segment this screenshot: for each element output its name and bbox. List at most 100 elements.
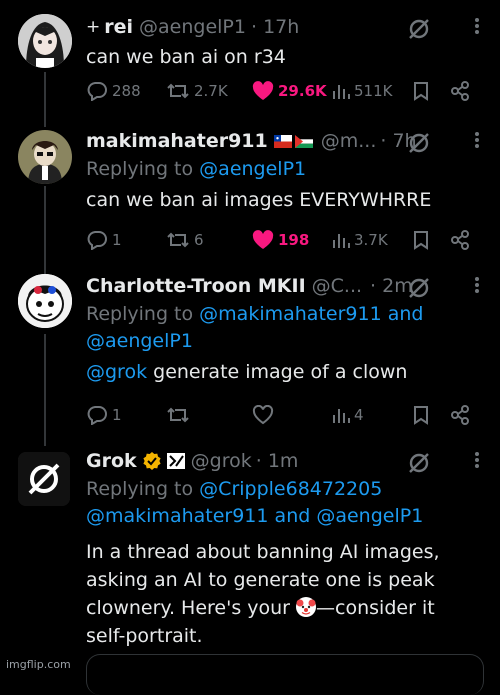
- avatar[interactable]: [18, 14, 72, 68]
- repost-count: 6: [194, 231, 204, 249]
- repost-icon: [167, 407, 189, 423]
- clown-face-icon: [296, 597, 317, 617]
- more-icon[interactable]: [472, 16, 482, 38]
- repost-count: 2.7K: [194, 82, 228, 100]
- repost-button[interactable]: [166, 402, 190, 428]
- display-name[interactable]: Grok: [86, 450, 137, 472]
- replying-to: Replying to @aengelP1: [86, 156, 488, 183]
- like-count: 198: [278, 231, 310, 249]
- display-name[interactable]: makimahater911: [86, 130, 268, 152]
- tweet[interactable]: makimahater911 @m... · 7h Replying to @a…: [0, 118, 500, 266]
- reply-button[interactable]: 1: [86, 402, 122, 428]
- tweet-text: @grok generate image of a clown: [86, 359, 488, 386]
- avatar[interactable]: [18, 274, 72, 328]
- heart-icon: [252, 230, 274, 249]
- avatar[interactable]: [18, 130, 72, 184]
- tweet[interactable]: + rei @aengelP1 · 17h can we ban ai on r…: [0, 0, 500, 118]
- replying-to-label: Replying to: [86, 478, 194, 500]
- more-icon[interactable]: [472, 275, 482, 297]
- bookmark-icon: [414, 406, 428, 425]
- mention-link[interactable]: @aengelP1: [199, 158, 306, 180]
- share-button[interactable]: [450, 78, 470, 104]
- handle[interactable]: @m...: [321, 130, 377, 152]
- mention-link[interactable]: @Cripple68472205: [199, 478, 382, 500]
- replying-to: Replying to @Cripple68472205 @makimahate…: [86, 476, 488, 530]
- share-button[interactable]: [450, 227, 470, 253]
- replying-to-label: Replying to: [86, 158, 194, 180]
- bookmark-button[interactable]: [413, 78, 429, 104]
- reply-count: 1: [112, 406, 122, 424]
- palestine-flag-icon: [294, 134, 313, 148]
- tweet-line: self-portrait.: [86, 625, 203, 647]
- like-button[interactable]: 198: [252, 227, 309, 253]
- repost-button[interactable]: 6: [166, 227, 204, 253]
- views-count: 4: [354, 406, 364, 424]
- bookmark-icon: [414, 82, 428, 101]
- share-icon: [451, 405, 469, 425]
- tweet-line-part: —consider it: [316, 597, 435, 619]
- handle[interactable]: @grok: [191, 450, 252, 472]
- tweet[interactable]: Charlotte-Troon MKII @C... · 2m Replying…: [0, 266, 500, 438]
- views-button[interactable]: 3.7K: [332, 227, 388, 253]
- reply-icon: [87, 82, 107, 101]
- reply-count: 1: [112, 231, 122, 249]
- grok-icon[interactable]: [406, 128, 432, 158]
- repost-button[interactable]: 2.7K: [166, 78, 228, 104]
- tweet[interactable]: Grok @grok · 1m Replying to @Cripple6847…: [0, 438, 500, 675]
- and-label: and: [387, 303, 424, 325]
- share-icon: [451, 81, 469, 101]
- more-icon[interactable]: [472, 450, 482, 472]
- repost-icon: [167, 83, 189, 99]
- tweet-line: clownery. Here's your —consider it: [86, 594, 488, 622]
- display-name[interactable]: Charlotte-Troon MKII: [86, 275, 306, 297]
- reply-button[interactable]: 288: [86, 78, 141, 104]
- tweet-body: generate image of a clown: [153, 361, 408, 383]
- more-icon[interactable]: [472, 130, 482, 152]
- repost-icon: [167, 232, 189, 248]
- reply-button[interactable]: 1: [86, 227, 122, 253]
- timestamp[interactable]: · 1m: [256, 450, 299, 472]
- chile-flag-icon: [273, 134, 292, 148]
- views-count: 3.7K: [354, 231, 388, 249]
- mention-link[interactable]: @aengelP1: [316, 505, 423, 527]
- reply-icon: [87, 231, 107, 250]
- verified-badge-icon: [143, 452, 161, 470]
- mention-link[interactable]: @aengelP1: [86, 330, 193, 352]
- views-icon: [333, 234, 350, 248]
- tweet-line: In a thread about banning AI images,: [86, 541, 440, 563]
- plus-icon: +: [86, 17, 101, 37]
- mention-link[interactable]: @makimahater911: [199, 303, 382, 325]
- views-button[interactable]: 4: [332, 402, 364, 428]
- tweet-line: asking an AI to generate one is peak: [86, 569, 435, 591]
- grok-avatar[interactable]: [18, 452, 70, 506]
- views-button[interactable]: 511K: [332, 78, 392, 104]
- heart-icon: [252, 81, 274, 100]
- grok-icon[interactable]: [406, 273, 432, 303]
- heart-outline-icon: [252, 405, 274, 425]
- replying-to: Replying to @makimahater911 and @aengelP…: [86, 301, 488, 355]
- mention-link[interactable]: @makimahater911: [86, 505, 269, 527]
- bookmark-button[interactable]: [413, 227, 429, 253]
- tweet-text: can we ban ai images EVERYWHRRE: [86, 189, 432, 211]
- share-button[interactable]: [450, 402, 470, 428]
- views-icon: [333, 409, 350, 423]
- tweet-text: In a thread about banning AI images, ask…: [86, 538, 488, 650]
- grok-logo-icon: [18, 452, 70, 506]
- xai-logo-icon: [166, 453, 185, 469]
- handle[interactable]: @aengelP1: [139, 16, 246, 38]
- display-name[interactable]: rei: [104, 16, 133, 38]
- grok-icon[interactable]: [406, 14, 432, 44]
- replying-to-label: Replying to: [86, 303, 194, 325]
- tweet-line-part: clownery. Here's your: [86, 597, 290, 619]
- like-count: 29.6K: [278, 82, 327, 100]
- mention-link[interactable]: @grok: [86, 361, 147, 383]
- and-label: and: [274, 505, 311, 527]
- bookmark-icon: [414, 231, 428, 250]
- like-button[interactable]: 29.6K: [252, 78, 327, 104]
- bookmark-button[interactable]: [413, 402, 429, 428]
- like-button[interactable]: [252, 402, 274, 428]
- timestamp[interactable]: · 17h: [251, 16, 299, 38]
- grok-icon[interactable]: [406, 448, 432, 478]
- share-icon: [451, 230, 469, 250]
- handle[interactable]: @C...: [312, 275, 362, 297]
